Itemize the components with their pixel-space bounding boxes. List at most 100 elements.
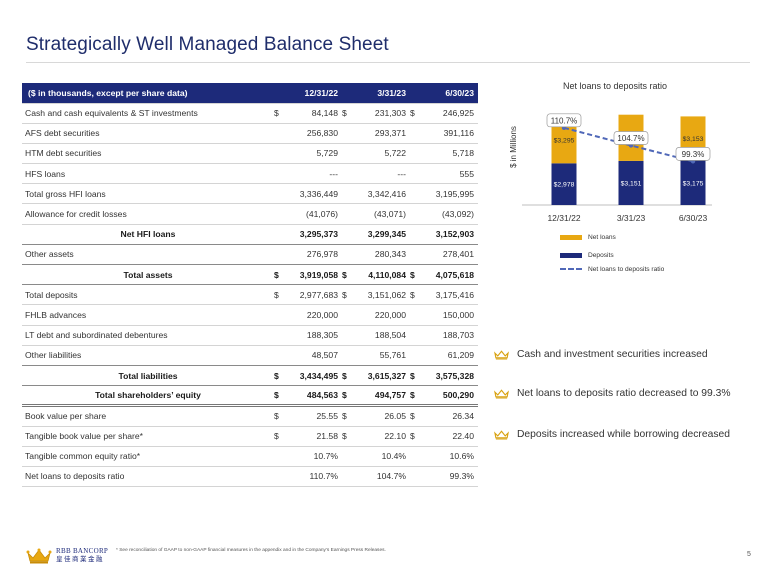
cell-value: 391,116 bbox=[428, 123, 478, 144]
currency-symbol: $ bbox=[342, 284, 360, 306]
company-logo: RBB BANCORP 皇佳商業金融 bbox=[26, 548, 108, 564]
currency-symbol bbox=[342, 244, 360, 266]
crown-icon bbox=[494, 429, 509, 440]
currency-symbol: $ bbox=[274, 103, 292, 124]
currency-symbol bbox=[410, 183, 428, 205]
table-row: Total shareholders’ equity $484,563 $494,7… bbox=[22, 385, 478, 408]
table-row: Book value per share $25.55 $26.05 $26.34 bbox=[22, 405, 478, 427]
row-label: Total liabilities bbox=[22, 365, 274, 387]
currency-symbol bbox=[410, 304, 428, 326]
currency-symbol bbox=[274, 123, 292, 144]
cell-value: 4,110,084 bbox=[360, 264, 410, 286]
cell-value: 3,434,495 bbox=[292, 365, 342, 387]
table-header-col: 6/30/23 bbox=[410, 83, 478, 104]
cell-value: 61,209 bbox=[428, 345, 478, 366]
cell-value: (41,076) bbox=[292, 203, 342, 225]
currency-symbol bbox=[274, 304, 292, 326]
cell-value: (43,092) bbox=[428, 203, 478, 225]
table-row: Total assets $3,919,058 $4,110,084 $4,075,6… bbox=[22, 264, 478, 286]
currency-symbol: $ bbox=[410, 103, 428, 124]
currency-symbol bbox=[342, 143, 360, 165]
cell-value: 48,507 bbox=[292, 345, 342, 366]
table-row: HTM debt securities 5,729 5,722 5,718 bbox=[22, 143, 478, 165]
currency-symbol bbox=[410, 123, 428, 144]
currency-symbol bbox=[274, 244, 292, 266]
table-row: Net HFI loans 3,295,373 3,299,345 3,152,903 bbox=[22, 224, 478, 245]
currency-symbol: $ bbox=[274, 365, 292, 387]
currency-symbol bbox=[274, 466, 292, 488]
currency-symbol bbox=[274, 143, 292, 165]
table-header-col: 12/31/22 bbox=[274, 83, 342, 104]
cell-value: 99.3% bbox=[428, 466, 478, 488]
legend-item-net-loans: Net loans bbox=[560, 234, 616, 241]
row-label: Total deposits bbox=[22, 284, 274, 306]
cell-value: 5,718 bbox=[428, 143, 478, 165]
table-header-row: ($ in thousands, except per share data) … bbox=[22, 83, 478, 104]
currency-symbol: $ bbox=[342, 103, 360, 124]
table-row: Other liabilities 48,507 55,761 61,209 bbox=[22, 345, 478, 366]
cell-value: 3,195,995 bbox=[428, 183, 478, 205]
deposits-swatch bbox=[560, 252, 582, 258]
cell-value: --- bbox=[360, 163, 410, 185]
loans-deposits-chart: $ in Millions $2,978 $3,295 12/31/22 $3,151… bbox=[509, 113, 712, 223]
cell-value: 150,000 bbox=[428, 304, 478, 326]
currency-symbol: $ bbox=[410, 365, 428, 387]
cell-value: 3,919,058 bbox=[292, 264, 342, 286]
table-row: Total deposits $2,977,683 $3,151,062 $3,175… bbox=[22, 284, 478, 306]
row-label: HTM debt securities bbox=[22, 143, 274, 165]
cell-value: 220,000 bbox=[360, 304, 410, 326]
cell-value: 500,290 bbox=[428, 385, 478, 408]
currency-symbol: $ bbox=[410, 264, 428, 286]
table-row: Tangible book value per share* $21.58 $22.… bbox=[22, 426, 478, 447]
row-label: HFS loans bbox=[22, 163, 274, 185]
cell-value: 2,977,683 bbox=[292, 284, 342, 306]
currency-symbol: $ bbox=[342, 405, 360, 427]
net-loans-data-label: $3,295 bbox=[554, 138, 575, 145]
table-row: Allowance for credit losses (41,076) (43,0… bbox=[22, 203, 478, 225]
table-row: FHLB advances 220,000 220,000 150,000 bbox=[22, 304, 478, 326]
row-label: Other liabilities bbox=[22, 345, 274, 366]
legend-label: Deposits bbox=[588, 252, 614, 259]
net-loans-data-label: $3,153 bbox=[683, 136, 704, 143]
cell-value: 3,299,345 bbox=[360, 224, 410, 245]
currency-symbol: $ bbox=[342, 264, 360, 286]
currency-symbol bbox=[410, 224, 428, 245]
bullet-text: Cash and investment securities increased bbox=[517, 349, 708, 360]
cell-value: 3,152,903 bbox=[428, 224, 478, 245]
row-label: AFS debt securities bbox=[22, 123, 274, 144]
currency-symbol bbox=[410, 203, 428, 225]
deposits-data-label: $3,175 bbox=[683, 180, 704, 187]
currency-symbol bbox=[342, 345, 360, 366]
cell-value: 220,000 bbox=[292, 304, 342, 326]
cell-value: 484,563 bbox=[292, 385, 342, 408]
row-label: Net HFI loans bbox=[22, 224, 274, 245]
footnote: * See reconciliation of GAAP to non-GAAP… bbox=[116, 548, 386, 553]
table-row: LT debt and subordinated debentures 188,3… bbox=[22, 325, 478, 346]
cell-value: 22.10 bbox=[360, 426, 410, 447]
currency-symbol: $ bbox=[274, 405, 292, 427]
cell-value: 3,175,416 bbox=[428, 284, 478, 306]
currency-symbol bbox=[274, 325, 292, 346]
table-header-label: ($ in thousands, except per share data) bbox=[22, 83, 274, 104]
crown-icon bbox=[494, 349, 509, 360]
page-title: Strategically Well Managed Balance Sheet bbox=[26, 34, 389, 55]
cell-value: 3,575,328 bbox=[428, 365, 478, 387]
currency-symbol bbox=[342, 325, 360, 346]
row-label: Total gross HFI loans bbox=[22, 183, 274, 205]
deposits-data-label: $2,978 bbox=[554, 182, 575, 189]
cell-value: 231,303 bbox=[360, 103, 410, 124]
cell-value: 22.40 bbox=[428, 426, 478, 447]
cell-value: 280,343 bbox=[360, 244, 410, 266]
cell-value: 246,925 bbox=[428, 103, 478, 124]
cell-value: 5,729 bbox=[292, 143, 342, 165]
row-label: Total shareholders’ equity bbox=[22, 385, 274, 408]
ratio-data-label: 99.3% bbox=[682, 150, 705, 159]
logo-chinese-text: 皇佳商業金融 bbox=[56, 556, 104, 564]
table-row: HFS loans --- --- 555 bbox=[22, 163, 478, 185]
cell-value: 26.34 bbox=[428, 405, 478, 427]
cell-value: 4,075,618 bbox=[428, 264, 478, 286]
currency-symbol bbox=[410, 244, 428, 266]
row-label: Other assets bbox=[22, 244, 274, 266]
table-row: Net loans to deposits ratio 110.7% 104.7% 9… bbox=[22, 466, 478, 488]
crown-icon bbox=[494, 388, 509, 399]
